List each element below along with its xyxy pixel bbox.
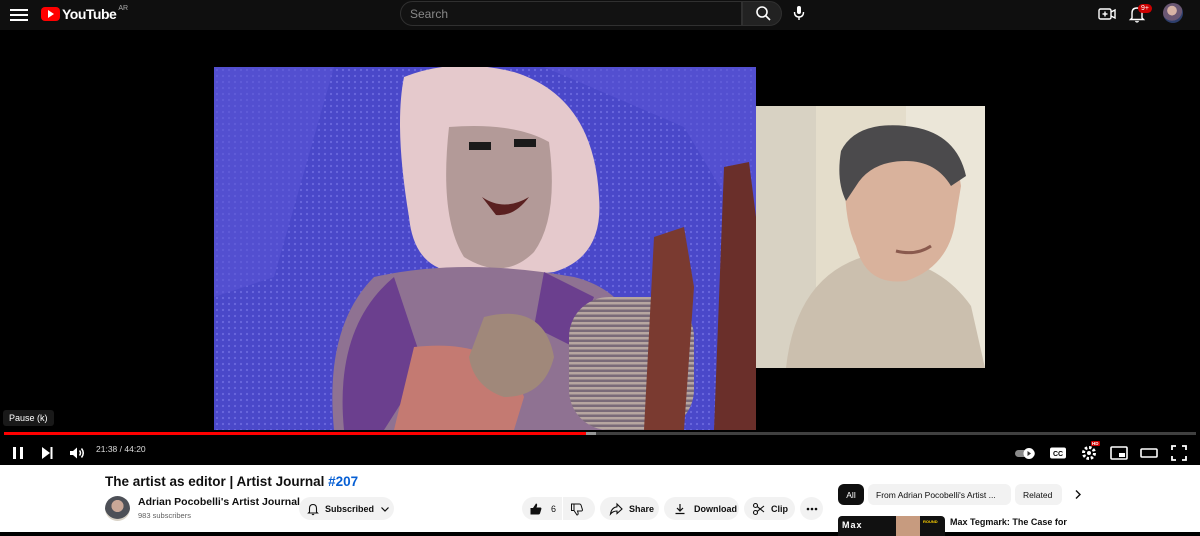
share-button[interactable]: Share — [600, 497, 659, 520]
bell-icon — [307, 503, 319, 515]
thumbnail-text: Max — [842, 520, 863, 530]
webcam-person-image — [756, 106, 985, 368]
miniplayer-button[interactable] — [1107, 441, 1131, 465]
play-logo-icon — [41, 7, 60, 21]
thumbs-down-icon — [571, 503, 583, 516]
search-button[interactable] — [742, 1, 782, 26]
volume-icon — [70, 447, 84, 459]
search-icon — [756, 6, 771, 21]
autoplay-toggle[interactable] — [1013, 441, 1039, 465]
download-icon — [675, 503, 685, 514]
share-icon — [609, 502, 623, 516]
webcam-overlay — [756, 106, 985, 368]
account-avatar[interactable] — [1163, 3, 1183, 23]
download-button[interactable]: Download — [664, 497, 739, 520]
theater-mode-icon — [1140, 448, 1158, 458]
notification-badge: 9+ — [1138, 4, 1152, 13]
video-artwork — [214, 67, 756, 430]
region-code: AR — [118, 4, 129, 12]
autoplay-toggle-icon — [1015, 448, 1035, 459]
scissors-icon — [752, 502, 765, 515]
thumbs-up-icon — [530, 503, 542, 514]
more-actions-button[interactable] — [800, 497, 823, 520]
search-input[interactable]: Search — [400, 1, 742, 26]
thumbnail-portrait — [896, 516, 920, 536]
microphone-icon — [793, 6, 805, 20]
fullscreen-button[interactable] — [1167, 441, 1191, 465]
dislike-button[interactable] — [563, 497, 595, 520]
more-horizontal-icon — [806, 507, 817, 510]
watch-metadata: The artist as editor | Artist Journal #2… — [0, 465, 1200, 536]
total-time: 44:20 — [124, 444, 146, 454]
video-title-text: The artist as editor | Artist Journal — [105, 474, 329, 489]
video-player[interactable]: Pause (k) 21:38 / 44:20 CC HD — [0, 30, 1200, 465]
channel-name[interactable]: Adrian Pocobelli's Artist Journal — [138, 496, 300, 508]
like-count: 6 — [551, 503, 557, 514]
create-video-icon — [1098, 8, 1116, 20]
settings-button[interactable]: HD — [1077, 441, 1101, 465]
youtube-logo[interactable]: YouTube AR — [41, 4, 129, 22]
hashtag-link[interactable]: #207 — [328, 474, 358, 489]
pause-icon — [13, 447, 23, 459]
subtitles-button[interactable]: CC — [1046, 441, 1070, 465]
clip-button[interactable]: Clip — [744, 497, 795, 520]
played-bar — [4, 432, 586, 435]
recommendation-title[interactable]: Max Tegmark: The Case for — [950, 517, 1067, 527]
closed-captions-icon: CC — [1050, 447, 1066, 459]
pause-tooltip: Pause (k) — [3, 410, 54, 426]
chip-all[interactable]: All — [838, 484, 864, 505]
like-button[interactable]: 6 — [522, 497, 562, 520]
video-title: The artist as editor | Artist Journal #2… — [105, 474, 358, 489]
clip-label: Clip — [771, 503, 788, 514]
logo-text: YouTube — [62, 6, 117, 22]
thumbnail-round-badge: ROUND — [923, 519, 938, 524]
theater-mode-button[interactable] — [1137, 441, 1161, 465]
subscribed-button[interactable]: Subscribed — [299, 497, 394, 520]
mute-button[interactable] — [65, 441, 89, 465]
video-frame[interactable] — [214, 67, 756, 430]
fullscreen-icon — [1171, 445, 1187, 461]
subscriber-count: 983 subscribers — [138, 511, 191, 520]
subscribed-label: Subscribed — [325, 503, 375, 514]
voice-search-button[interactable] — [789, 3, 809, 23]
create-button[interactable] — [1095, 3, 1119, 25]
download-label: Download — [694, 503, 737, 514]
current-time: 21:38 — [96, 444, 118, 454]
progress-bar[interactable] — [4, 432, 1196, 435]
chevron-down-icon — [381, 506, 389, 512]
chip-related[interactable]: Related — [1015, 484, 1062, 505]
next-button[interactable] — [35, 441, 59, 465]
time-display: 21:38 / 44:20 — [96, 444, 146, 454]
pause-button[interactable] — [6, 441, 30, 465]
menu-icon[interactable] — [10, 6, 28, 22]
chip-from-channel[interactable]: From Adrian Pocobelli's Artist ... — [868, 484, 1011, 505]
masthead: YouTube AR Search 9+ — [0, 0, 1200, 30]
channel-avatar[interactable] — [105, 496, 130, 521]
chevron-right-icon[interactable] — [1070, 484, 1086, 505]
miniplayer-icon — [1110, 446, 1128, 460]
svg-text:CC: CC — [1053, 451, 1063, 458]
recommendation-thumbnail[interactable]: Max ROUND — [838, 516, 945, 536]
next-icon — [42, 447, 53, 459]
hd-badge: HD — [1091, 441, 1100, 446]
share-label: Share — [629, 503, 655, 514]
